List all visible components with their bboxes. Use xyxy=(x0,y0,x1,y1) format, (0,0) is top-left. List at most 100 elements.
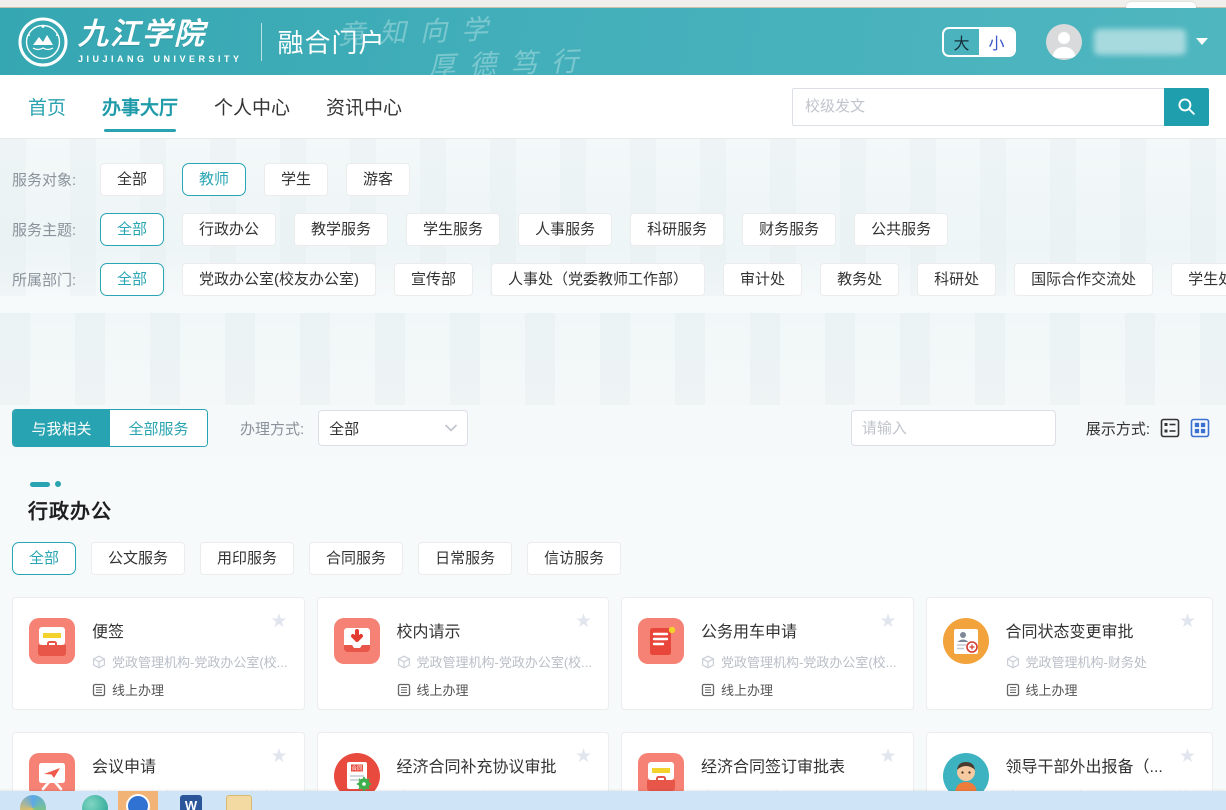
section-tab-selected[interactable]: 全部 xyxy=(12,542,76,575)
method-label: 办理方式: xyxy=(240,418,304,439)
service-card[interactable]: 合同状态变更审批 党政管理机构-财务处 线上办理 ★ xyxy=(926,597,1214,710)
filter-option[interactable]: 学生 xyxy=(264,163,328,196)
card-title: 校内请示 xyxy=(397,618,593,642)
user-avatar-icon xyxy=(1046,24,1082,60)
filter-row-department: 所属部门: 全部 党政办公室(校友办公室) 宣传部 人事处（党委教师工作部） 审… xyxy=(12,263,1210,296)
filter-option[interactable]: 人事服务 xyxy=(518,213,612,246)
filter-option[interactable]: 审计处 xyxy=(723,263,802,296)
nav-item-personal-center[interactable]: 个人中心 xyxy=(214,75,290,138)
grid-view-icon[interactable] xyxy=(1190,418,1210,438)
section-tab[interactable]: 用印服务 xyxy=(200,542,294,575)
user-menu-caret-icon[interactable] xyxy=(1196,38,1208,45)
service-card[interactable]: 校内请示 党政管理机构-党政办公室(校... 线上办理 ★ xyxy=(317,597,610,710)
card-org: 党政管理机构-党政办公室(校... xyxy=(397,652,593,671)
section-title: 行政办公 xyxy=(28,495,1210,524)
section-tab[interactable]: 公文服务 xyxy=(91,542,185,575)
filter-option[interactable]: 科研处 xyxy=(917,263,996,296)
favorite-star-icon[interactable]: ★ xyxy=(270,747,287,766)
org-cube-icon xyxy=(1006,655,1020,669)
filter-option[interactable]: 国际合作交流处 xyxy=(1014,263,1153,296)
filter-option[interactable]: 财务服务 xyxy=(742,213,836,246)
card-title: 便签 xyxy=(92,618,288,642)
filter-row-service-theme: 服务主题: 全部 行政办公 教学服务 学生服务 人事服务 科研服务 财务服务 公… xyxy=(12,213,1210,246)
tab-related-to-me[interactable]: 与我相关 xyxy=(13,410,110,446)
section-tab[interactable]: 合同服务 xyxy=(309,542,403,575)
inbox-arrow-icon xyxy=(334,618,380,664)
filter-option[interactable]: 党政办公室(校友办公室) xyxy=(182,263,376,296)
nav-item-news-center[interactable]: 资讯中心 xyxy=(326,75,402,138)
global-search-input[interactable] xyxy=(792,88,1164,126)
section-tab[interactable]: 日常服务 xyxy=(418,542,512,575)
filter-option-selected[interactable]: 全部 xyxy=(100,213,164,246)
font-size-small-button[interactable]: 小 xyxy=(979,29,1014,55)
favorite-star-icon[interactable]: ★ xyxy=(575,612,592,631)
filter-option-selected[interactable]: 教师 xyxy=(182,163,246,196)
card-title: 经济合同签订审批表 xyxy=(701,753,871,777)
service-card[interactable]: 公务用车申请 党政管理机构-党政办公室(校... 线上办理 ★ xyxy=(621,597,914,710)
filter-label: 服务对象: xyxy=(12,169,100,190)
org-cube-icon xyxy=(701,655,715,669)
nav-item-home[interactable]: 首页 xyxy=(28,75,66,138)
filter-option[interactable]: 学生服务 xyxy=(406,213,500,246)
favorite-star-icon[interactable]: ★ xyxy=(1179,612,1196,631)
relevance-segment: 与我相关 全部服务 xyxy=(12,409,208,447)
favorite-star-icon[interactable]: ★ xyxy=(879,747,896,766)
filter-option-selected[interactable]: 全部 xyxy=(100,263,164,296)
filter-option[interactable]: 科研服务 xyxy=(630,213,724,246)
windows-taskbar[interactable]: W xyxy=(0,791,1226,810)
pinned-active-app-icon[interactable] xyxy=(118,791,158,810)
service-search xyxy=(851,410,1056,446)
tab-all-services[interactable]: 全部服务 xyxy=(110,410,207,446)
word-icon[interactable]: W xyxy=(180,795,202,810)
filter-option[interactable]: 教务处 xyxy=(820,263,899,296)
card-org: 党政管理机构-党政办公室(校... xyxy=(92,652,288,671)
folder-icon[interactable] xyxy=(226,795,252,810)
font-size-large-button[interactable]: 大 xyxy=(944,29,979,55)
filter-option[interactable]: 行政办公 xyxy=(182,213,276,246)
card-org: 党政管理机构-党政办公室(校... xyxy=(701,652,897,671)
filter-option[interactable]: 学生处 xyxy=(1171,263,1226,296)
service-search-input[interactable] xyxy=(862,420,1061,437)
font-size-toggle[interactable]: 大 小 xyxy=(942,27,1016,57)
favorite-star-icon[interactable]: ★ xyxy=(575,747,592,766)
display-mode-label: 展示方式: xyxy=(1086,418,1150,439)
user-name-masked[interactable] xyxy=(1094,29,1186,55)
filter-panel: 服务对象: 全部 教师 学生 游客 服务主题: 全部 行政办公 教学服务 学生服… xyxy=(0,139,1226,296)
favorite-star-icon[interactable]: ★ xyxy=(879,612,896,631)
filter-option[interactable]: 全部 xyxy=(100,163,164,196)
filter-option[interactable]: 教学服务 xyxy=(294,213,388,246)
online-doc-icon xyxy=(1006,683,1020,697)
section-tabs: 全部 公文服务 用印服务 合同服务 日常服务 信访服务 xyxy=(0,524,1226,575)
header-divider xyxy=(261,23,262,61)
browser-sphere-icon[interactable] xyxy=(82,795,108,810)
card-title: 经济合同补充协议审批 xyxy=(397,753,583,777)
section-tab[interactable]: 信访服务 xyxy=(527,542,621,575)
card-method: 线上办理 xyxy=(397,680,593,699)
favorite-star-icon[interactable]: ★ xyxy=(270,612,287,631)
filter-label: 所属部门: xyxy=(12,269,100,290)
global-search-button[interactable] xyxy=(1164,88,1209,126)
service-card-grid: 便签 党政管理机构-党政办公室(校... 线上办理 ★ 校内请示 党政管理机构-… xyxy=(0,575,1226,810)
card-title: 公务用车申请 xyxy=(701,618,897,642)
briefcase-note-icon xyxy=(29,618,75,664)
filter-option[interactable]: 游客 xyxy=(346,163,410,196)
portal-title: 融合门户 xyxy=(278,23,386,60)
method-select[interactable]: 全部 xyxy=(318,410,468,446)
red-document-icon xyxy=(638,618,684,664)
card-org: 党政管理机构-财务处 xyxy=(1006,652,1160,671)
filter-option[interactable]: 公共服务 xyxy=(854,213,948,246)
service-card[interactable]: 便签 党政管理机构-党政办公室(校... 线上办理 ★ xyxy=(12,597,305,710)
nav-item-service-hall[interactable]: 办事大厅 xyxy=(102,75,178,138)
filter-option[interactable]: 人事处（党委教师工作部） xyxy=(491,263,705,296)
colorful-app-icon[interactable] xyxy=(20,795,46,810)
org-cube-icon xyxy=(397,655,411,669)
card-title: 会议申请 xyxy=(92,753,277,777)
favorite-star-icon[interactable]: ★ xyxy=(1179,747,1196,766)
card-title: 合同状态变更审批 xyxy=(1006,618,1160,642)
filter-option[interactable]: 宣传部 xyxy=(394,263,473,296)
org-cube-icon xyxy=(92,655,106,669)
list-view-icon[interactable] xyxy=(1160,418,1180,438)
online-doc-icon xyxy=(397,683,411,697)
user-avatar[interactable] xyxy=(1046,24,1082,60)
backdrop-spacer xyxy=(0,313,1226,405)
